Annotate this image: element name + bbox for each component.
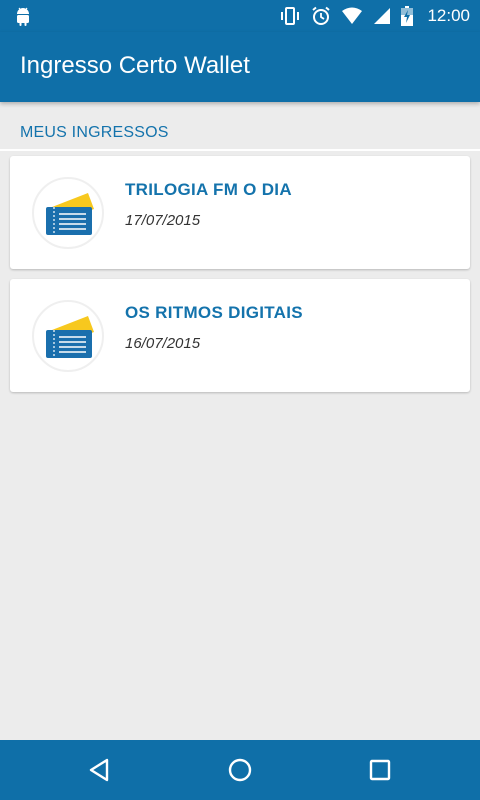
- ticket-icon: [46, 193, 94, 235]
- recents-icon[interactable]: [365, 755, 395, 785]
- alarm-icon: [312, 6, 331, 25]
- back-icon[interactable]: [85, 755, 115, 785]
- ticket-card[interactable]: OS RITMOS DIGITAIS 16/07/2015: [10, 279, 470, 392]
- section-header: MEUS INGRESSOS: [20, 124, 169, 141]
- app-bar: Ingresso Certo Wallet: [0, 32, 480, 102]
- ticket-card[interactable]: TRILOGIA FM O DIA 17/07/2015: [10, 156, 470, 269]
- app-title: Ingresso Certo Wallet: [20, 52, 250, 79]
- ticket-date: 17/07/2015: [125, 212, 201, 229]
- battery-charging-icon: [401, 6, 414, 26]
- status-time: 12:00: [427, 6, 470, 25]
- ticket-icon-circle: [32, 300, 104, 372]
- section-divider: [0, 149, 480, 151]
- vibrate-icon: [281, 7, 300, 25]
- ticket-icon: [46, 316, 94, 358]
- home-icon[interactable]: [225, 755, 255, 785]
- signal-icon: [374, 8, 391, 24]
- ticket-icon-circle: [32, 177, 104, 249]
- android-icon: [17, 7, 29, 26]
- status-bar: 12:00: [0, 0, 480, 32]
- ticket-title: OS RITMOS DIGITAIS: [125, 303, 303, 322]
- ticket-title: TRILOGIA FM O DIA: [125, 180, 292, 199]
- wifi-icon: [342, 7, 363, 24]
- ticket-date: 16/07/2015: [125, 335, 201, 352]
- navigation-bar: [0, 740, 480, 800]
